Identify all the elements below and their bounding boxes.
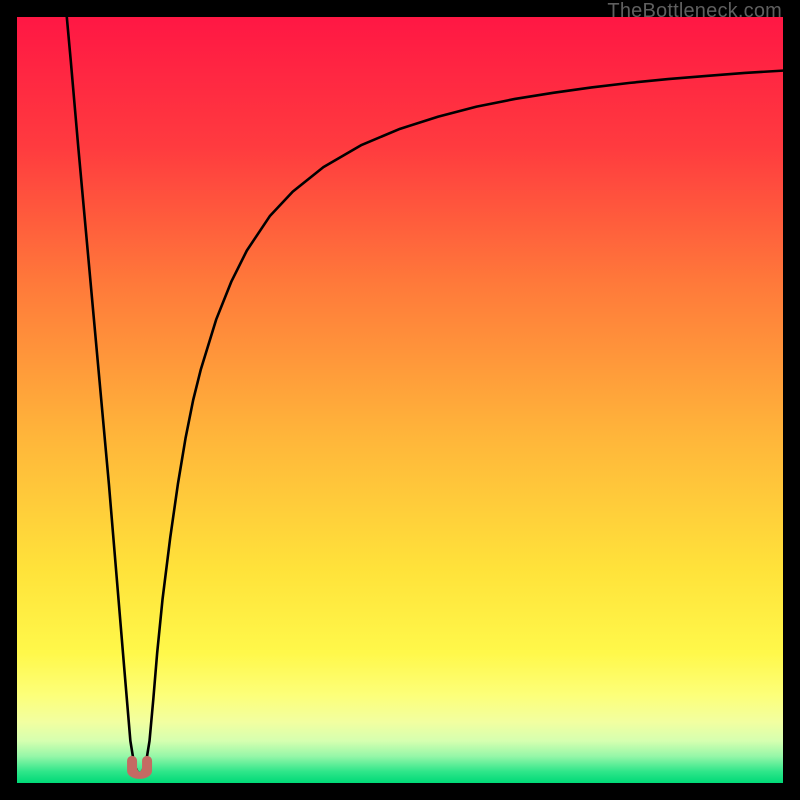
gradient-background [17, 17, 783, 783]
attribution-text: TheBottleneck.com [607, 0, 782, 23]
chart-frame [17, 17, 783, 783]
bottleneck-curve-plot [17, 17, 783, 783]
